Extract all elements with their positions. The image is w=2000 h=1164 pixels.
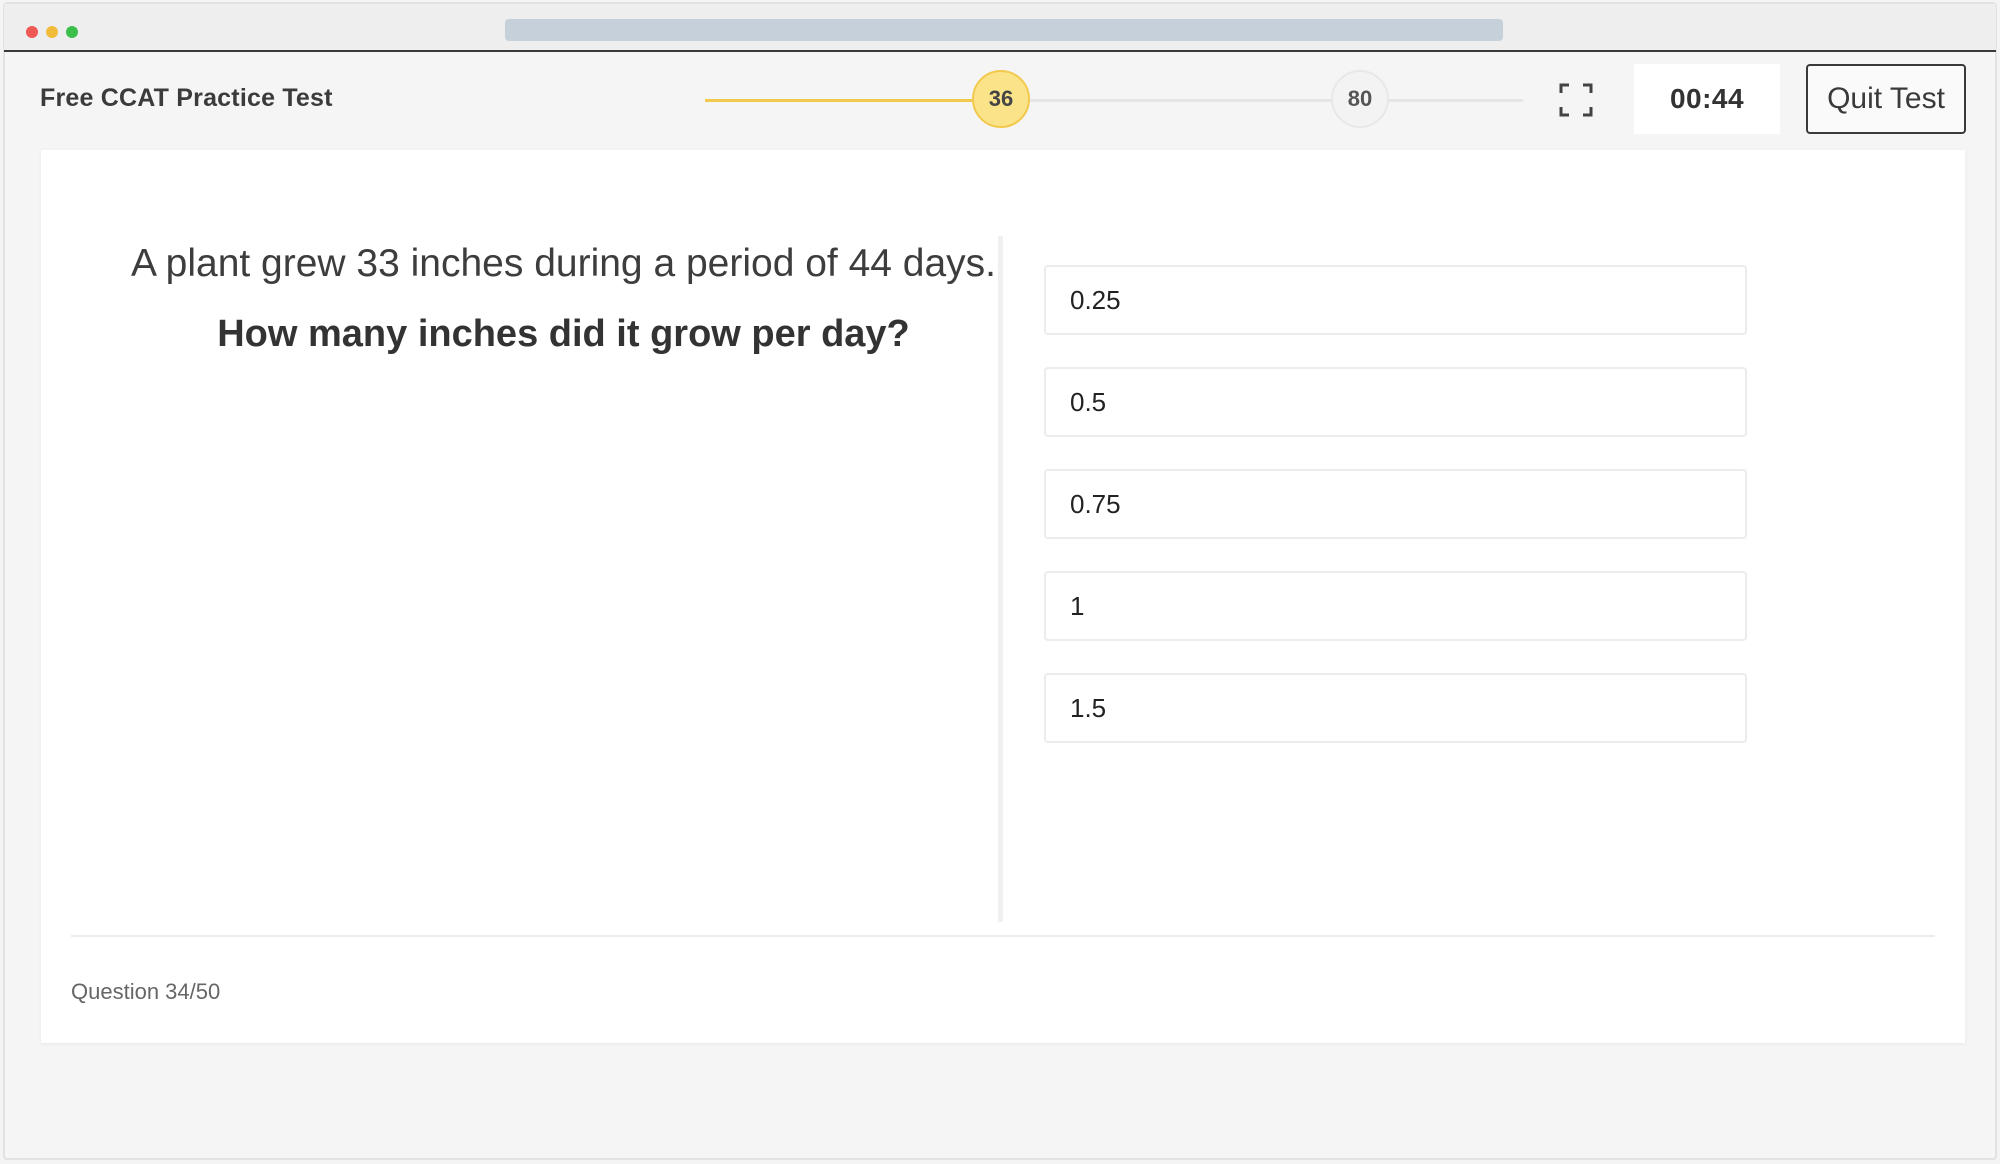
question-counter: Question 34/50: [71, 979, 221, 1004]
window-minimize-dot[interactable]: [46, 26, 58, 38]
answer-option-4[interactable]: 1: [1044, 571, 1747, 641]
footer-divider: [71, 935, 1935, 937]
question-card: A plant grew 33 inches during a period o…: [41, 150, 1965, 1043]
app-title: Free CCAT Practice Test: [40, 84, 333, 112]
address-bar[interactable]: [505, 19, 1503, 41]
target-score-badge: 80: [1331, 70, 1389, 128]
window-titlebar: [4, 4, 1996, 52]
score-progress-fill: [705, 99, 983, 102]
answer-option-3[interactable]: 0.75: [1044, 469, 1747, 539]
answer-option-1[interactable]: 0.25: [1044, 265, 1747, 335]
answer-option-2[interactable]: 0.5: [1044, 367, 1747, 437]
fullscreen-icon[interactable]: [1558, 82, 1594, 118]
answer-options: 0.25 0.5 0.75 1 1.5: [1044, 265, 1747, 775]
current-score-badge: 36: [972, 70, 1030, 128]
answer-option-5[interactable]: 1.5: [1044, 673, 1747, 743]
vertical-divider: [998, 236, 1003, 922]
question-area: A plant grew 33 inches during a period o…: [111, 235, 1016, 363]
question-prompt: How many inches did it grow per day?: [217, 313, 910, 355]
countdown-timer: 00:44: [1634, 64, 1780, 134]
window-maximize-dot[interactable]: [66, 26, 78, 38]
quit-test-button[interactable]: Quit Test: [1806, 64, 1966, 134]
score-progress-track: [705, 99, 1523, 102]
question-text: A plant grew 33 inches during a period o…: [130, 242, 997, 285]
window-close-dot[interactable]: [26, 26, 38, 38]
